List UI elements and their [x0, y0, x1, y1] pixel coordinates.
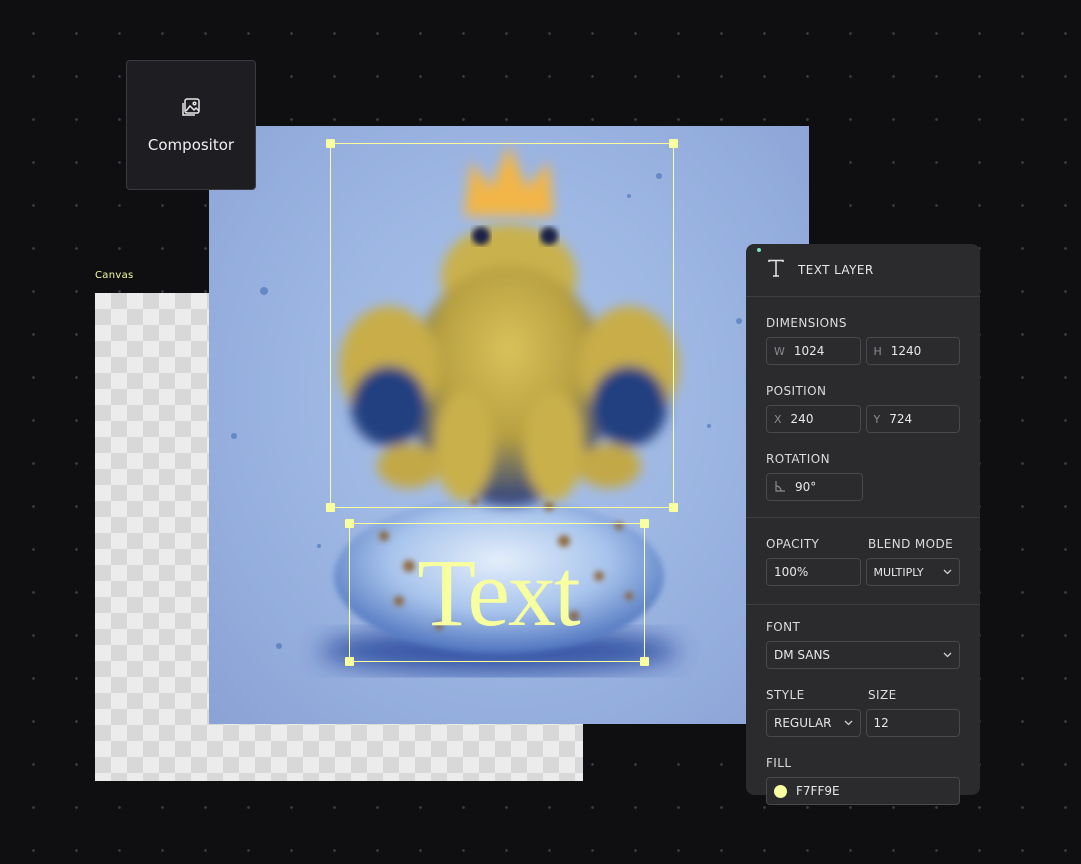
image-stack-icon — [180, 96, 202, 122]
text-handle-bottom-left[interactable] — [345, 657, 354, 666]
size-input[interactable]: 12 — [865, 709, 960, 737]
x-input[interactable]: X 240 — [766, 405, 861, 433]
width-input[interactable]: W 1024 — [766, 337, 861, 365]
font-select[interactable]: DM SANS — [766, 641, 960, 669]
resize-handle-top-left[interactable] — [326, 139, 335, 148]
chevron-down-icon — [943, 567, 952, 578]
style-select[interactable]: REGULAR — [766, 709, 861, 737]
transform-section: DIMENSIONS W 1024 H 1240 POSITION X 240 … — [746, 297, 980, 518]
height-input[interactable]: H 1240 — [865, 337, 960, 365]
height-prefix: H — [873, 344, 882, 358]
rotation-label: ROTATION — [766, 452, 830, 466]
text-t-icon — [766, 258, 786, 282]
chevron-down-icon — [943, 650, 952, 661]
dimensions-label: DIMENSIONS — [766, 316, 847, 330]
resize-handle-bottom-left[interactable] — [326, 503, 335, 512]
y-value: 724 — [889, 412, 913, 426]
typography-section: FONT DM SANS STYLE SIZE REGULAR 12 FILL … — [746, 605, 980, 821]
compositor-label: Compositor — [147, 136, 235, 154]
panel-title: TEXT LAYER — [798, 263, 874, 277]
height-value: 1240 — [890, 344, 922, 358]
style-value: REGULAR — [774, 716, 832, 730]
resize-handle-top-right[interactable] — [669, 139, 678, 148]
panel-header: TEXT LAYER — [746, 244, 980, 297]
position-label: POSITION — [766, 384, 827, 398]
image-selection-box[interactable] — [330, 143, 674, 508]
style-label: STYLE — [766, 688, 805, 702]
x-prefix: X — [774, 412, 782, 426]
fill-label: FILL — [766, 756, 792, 770]
opacity-value: 100% — [774, 565, 809, 579]
size-value: 12 — [873, 716, 889, 730]
text-selection-box[interactable] — [349, 523, 645, 662]
text-handle-top-right[interactable] — [640, 519, 649, 528]
rotation-value: 90° — [795, 480, 817, 494]
canvas-label: Canvas — [95, 270, 134, 281]
text-handle-top-left[interactable] — [345, 519, 354, 528]
font-value: DM SANS — [774, 648, 831, 662]
compositor-button[interactable]: Compositor — [126, 60, 256, 190]
width-prefix: W — [774, 344, 785, 358]
text-layer-panel: TEXT LAYER DIMENSIONS W 1024 H 1240 POSI… — [746, 244, 980, 805]
opacity-input[interactable]: 100% — [766, 558, 861, 586]
width-value: 1024 — [793, 344, 825, 358]
opacity-label: OPACITY — [766, 537, 820, 551]
appearance-section: OPACITY BLEND MODE 100% MULTIPLY — [746, 518, 980, 605]
x-value: 240 — [790, 412, 814, 426]
blend-mode-label: BLEND MODE — [868, 537, 954, 551]
text-handle-bottom-right[interactable] — [640, 657, 649, 666]
fill-color-swatch[interactable] — [774, 784, 787, 798]
blend-mode-select[interactable]: MULTIPLY — [865, 558, 960, 586]
y-prefix: Y — [873, 412, 881, 426]
angle-icon — [774, 480, 786, 495]
rotation-input[interactable]: 90° — [766, 473, 863, 501]
size-label: SIZE — [868, 688, 897, 702]
fill-value: F7FF9E — [796, 784, 840, 798]
resize-handle-bottom-right[interactable] — [669, 503, 678, 512]
fill-input[interactable]: F7FF9E — [766, 777, 960, 805]
chevron-down-icon — [844, 718, 853, 729]
blend-mode-value: MULTIPLY — [873, 565, 924, 579]
font-label: FONT — [766, 620, 801, 634]
status-dot — [757, 248, 761, 252]
y-input[interactable]: Y 724 — [865, 405, 960, 433]
